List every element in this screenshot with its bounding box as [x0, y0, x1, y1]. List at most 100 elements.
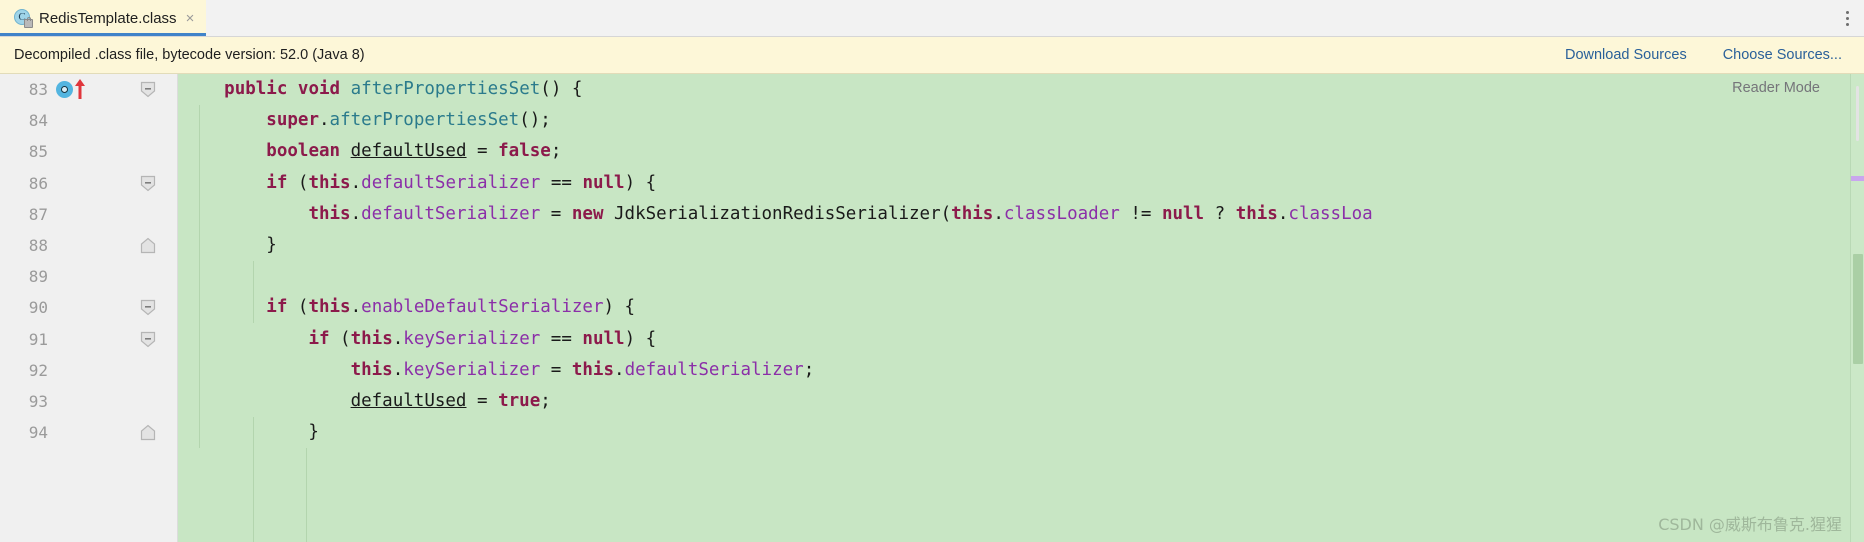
- code-token: classLoader: [1003, 203, 1120, 224]
- code-token: () {: [540, 79, 583, 99]
- line-number: 93: [28, 391, 48, 411]
- caret-position-mark: [1856, 86, 1859, 141]
- code-line: super.afterPropertiesSet();: [178, 105, 1373, 136]
- code-token: ;: [803, 359, 815, 380]
- download-sources-link[interactable]: Download Sources: [1565, 47, 1687, 63]
- code-token: defaultSerializer: [361, 172, 541, 193]
- code-token: this: [571, 359, 615, 380]
- code-token: this: [1235, 203, 1278, 224]
- reader-mode-label: Reader Mode: [1732, 80, 1820, 96]
- choose-sources-link[interactable]: Choose Sources...: [1723, 47, 1842, 63]
- code-editor[interactable]: 83 84 85 86 87 88 89 90 91 92 93 94 public void aft…: [0, 74, 1864, 542]
- code-line: public void afterPropertiesSet() {: [178, 74, 1373, 105]
- code-token: defaultSerializer: [361, 203, 541, 224]
- code-token: =: [540, 359, 572, 380]
- gutter-row[interactable]: 88: [0, 230, 177, 261]
- code-token: keySerializer: [403, 359, 541, 380]
- code-token: (: [287, 297, 309, 318]
- code-token: .: [614, 359, 625, 380]
- code-line: defaultUsed = true;: [178, 386, 1373, 417]
- line-number: 89: [28, 267, 48, 287]
- fold-collapse-icon[interactable]: [140, 299, 156, 316]
- ide-editor-window: C RedisTemplate.class × Decompiled .clas…: [0, 0, 1864, 542]
- fold-end-icon[interactable]: [140, 237, 156, 254]
- fold-collapse-icon[interactable]: [140, 81, 156, 98]
- gutter-row[interactable]: 90: [0, 292, 177, 323]
- code-token: super: [266, 110, 319, 131]
- code-token: ;: [550, 141, 562, 162]
- code-token: if: [266, 297, 288, 318]
- gutter-row[interactable]: 89: [0, 261, 177, 292]
- code-token: this: [951, 203, 994, 224]
- code-token: afterPropertiesSet: [350, 79, 541, 99]
- gutter-row[interactable]: 87: [0, 199, 177, 230]
- line-number: 84: [28, 111, 48, 131]
- gutter-row[interactable]: 92: [0, 355, 177, 386]
- line-number: 91: [28, 329, 48, 349]
- line-number: 86: [28, 173, 48, 193]
- run-method-icon[interactable]: [56, 81, 73, 99]
- editor-tab-redistemplate-class[interactable]: C RedisTemplate.class ×: [0, 0, 207, 36]
- line-number: 94: [28, 423, 48, 443]
- code-line: }: [178, 230, 1373, 261]
- close-icon[interactable]: ×: [184, 11, 197, 26]
- code-token: .: [993, 203, 1004, 224]
- code-token: .: [350, 297, 362, 318]
- code-token: }: [182, 422, 319, 443]
- code-token: null: [582, 172, 625, 193]
- code-token: ) {: [603, 297, 636, 318]
- banner-message: Decompiled .class file, bytecode version…: [14, 47, 365, 63]
- code-token: ==: [540, 172, 583, 193]
- editor-vertical-scrollbar[interactable]: [1850, 74, 1864, 542]
- gutter-row[interactable]: 93: [0, 386, 177, 417]
- code-token: =: [466, 141, 499, 162]
- code-token: void: [297, 79, 341, 99]
- code-token: .: [392, 328, 404, 349]
- gutter-row[interactable]: 91: [0, 324, 177, 355]
- gutter-row[interactable]: 85: [0, 136, 177, 167]
- code-token: defaultUsed: [350, 141, 467, 162]
- line-number: 90: [28, 298, 48, 318]
- tab-bar-spacer: [206, 0, 1830, 36]
- fold-end-icon[interactable]: [140, 424, 156, 441]
- editor-tab-label: RedisTemplate.class: [39, 9, 177, 27]
- code-token: this: [350, 359, 393, 380]
- fold-collapse-icon[interactable]: [140, 331, 156, 348]
- code-token: ;: [540, 390, 551, 411]
- code-token: if: [308, 328, 330, 349]
- gutter-row[interactable]: 94: [0, 417, 177, 448]
- code-token: =: [540, 203, 572, 224]
- gutter-row[interactable]: 83: [0, 74, 177, 105]
- gutter-row[interactable]: 84: [0, 105, 177, 136]
- code-token: public: [224, 79, 288, 99]
- csdn-watermark: CSDN @威斯布鲁克.猩猩: [1658, 515, 1842, 534]
- code-token: JdkSerializationRedisSerializer(: [603, 203, 952, 224]
- more-options-icon[interactable]: [1830, 0, 1864, 36]
- gutter-row[interactable]: 86: [0, 168, 177, 199]
- code-token: null: [1161, 203, 1205, 224]
- java-class-icon: C: [14, 9, 33, 28]
- editor-gutter[interactable]: 83 84 85 86 87 88 89 90 91 92 93 94: [0, 74, 178, 542]
- overriding-method-arrow-icon[interactable]: [74, 78, 86, 100]
- code-token: this: [308, 172, 351, 193]
- code-line: this.keySerializer = this.defaultSeriali…: [178, 355, 1373, 386]
- code-area[interactable]: public void afterPropertiesSet() { super…: [178, 74, 1864, 542]
- code-token: this: [308, 297, 351, 318]
- line-number: 88: [28, 236, 48, 256]
- scrollbar-thumb[interactable]: [1853, 254, 1863, 364]
- code-token: =: [466, 390, 499, 411]
- code-token: .: [1277, 203, 1289, 224]
- code-token: boolean: [266, 141, 341, 162]
- code-token: .: [392, 359, 404, 380]
- code-token: defaultSerializer: [624, 359, 804, 380]
- fold-collapse-icon[interactable]: [140, 175, 156, 192]
- code-token: this: [350, 328, 393, 349]
